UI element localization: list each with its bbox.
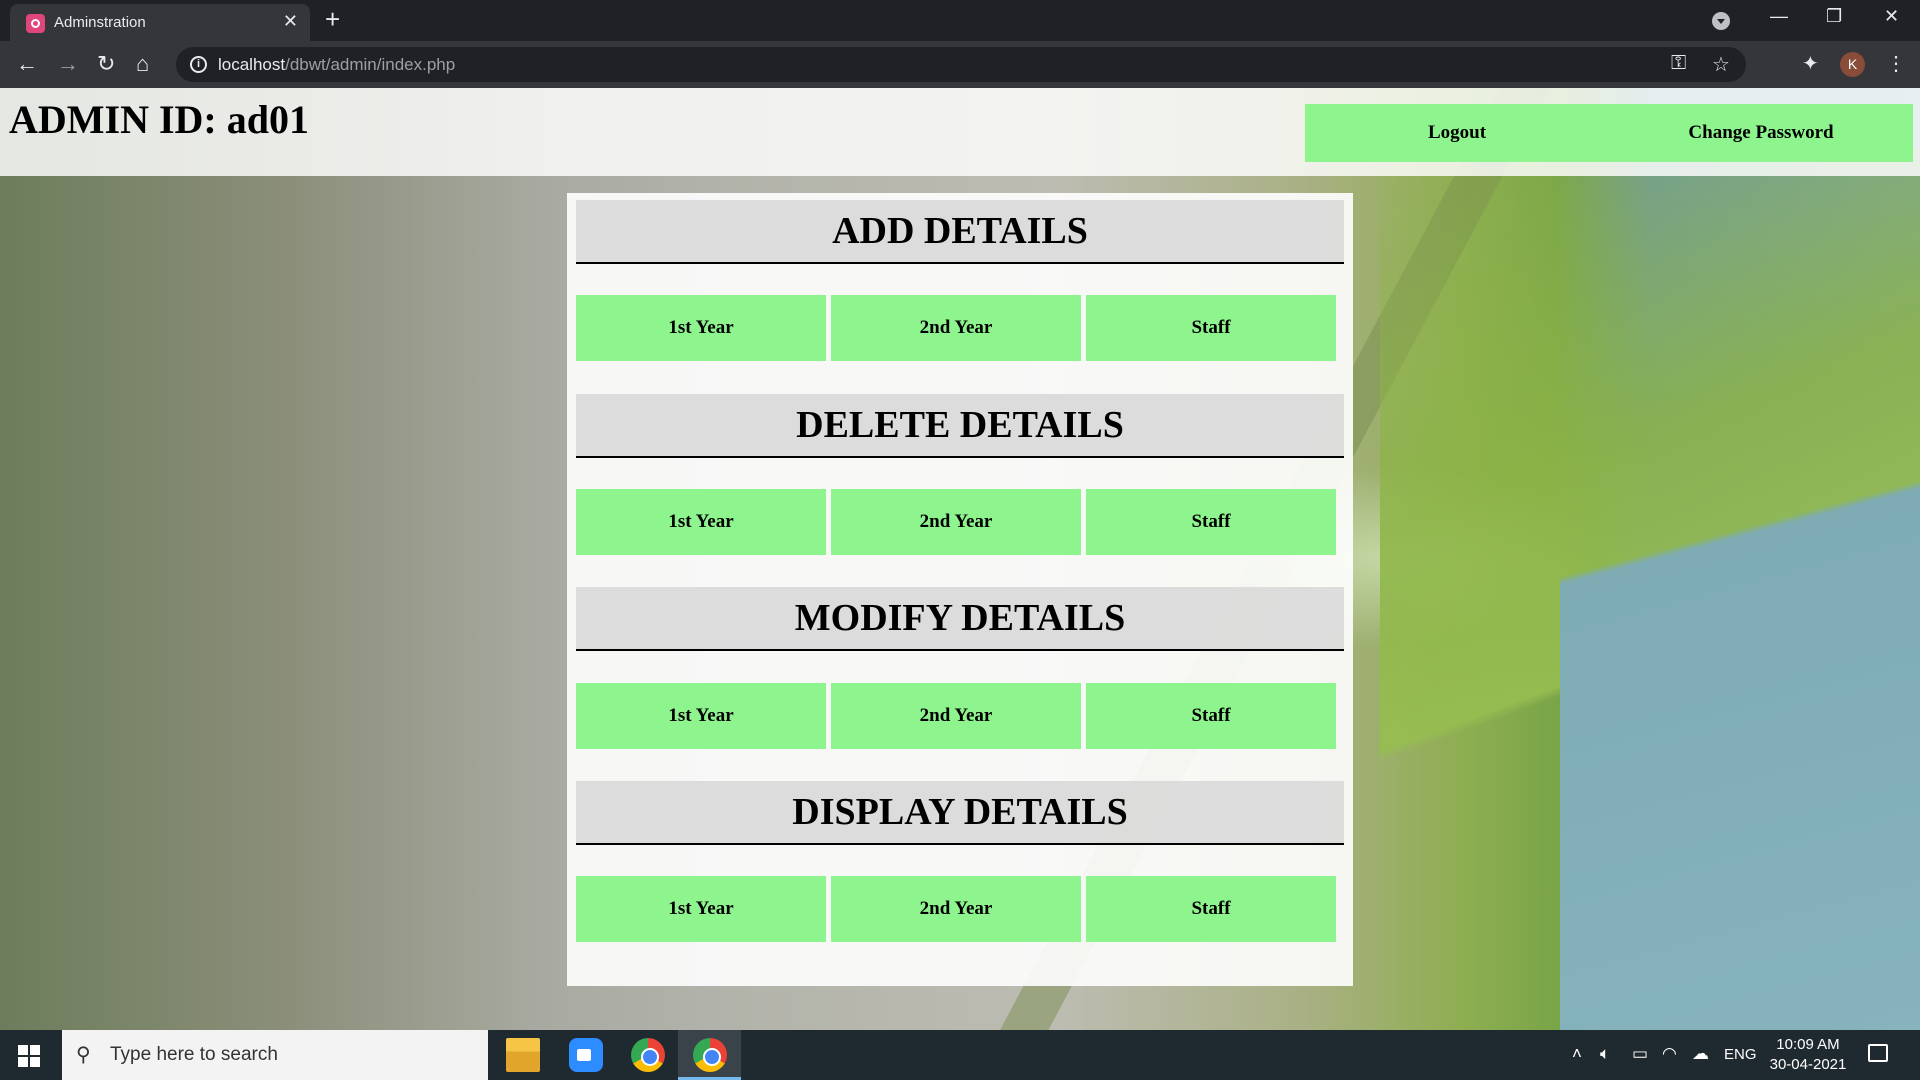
display-staff-button[interactable]: Staff: [1086, 876, 1336, 942]
url-path: /dbwt/admin/index.php: [285, 55, 456, 74]
browser-tab-strip: Adminstration ✕ + — ❐ ✕: [0, 0, 1920, 41]
search-icon: ⚲: [76, 1044, 91, 1066]
chrome-active-app-icon[interactable]: [693, 1038, 727, 1072]
display-1st-year-button[interactable]: 1st Year: [576, 876, 826, 942]
profile-avatar[interactable]: K: [1840, 52, 1865, 77]
delete-2nd-year-button[interactable]: 2nd Year: [831, 489, 1081, 555]
clock-date: 30-04-2021: [1769, 1056, 1847, 1073]
section-title-display: DISPLAY DETAILS: [792, 791, 1128, 833]
forward-icon[interactable]: →: [57, 51, 79, 77]
clock-time: 10:09 AM: [1776, 1036, 1840, 1053]
back-icon[interactable]: ←: [16, 51, 38, 77]
modify-staff-button[interactable]: Staff: [1086, 683, 1336, 749]
tab-title: Adminstration: [54, 14, 146, 31]
add-1st-year-button[interactable]: 1st Year: [576, 295, 826, 361]
display-2nd-year-button[interactable]: 2nd Year: [831, 876, 1081, 942]
tray-chevron-up-icon[interactable]: ˄: [1572, 1044, 1582, 1064]
tab-search-icon[interactable]: [1712, 12, 1730, 30]
modify-2nd-year-button[interactable]: 2nd Year: [831, 683, 1081, 749]
key-icon[interactable]: ⚿: [1671, 52, 1686, 75]
windows-start-icon[interactable]: [18, 1045, 40, 1067]
restore-button[interactable]: ❐: [1826, 6, 1842, 27]
windows-taskbar: ⚲ Type here to search ˄ 🔈︎ ▭ ◠ ☁ ENG 10:…: [0, 1030, 1920, 1080]
modify-1st-year-button[interactable]: 1st Year: [576, 683, 826, 749]
site-favicon-icon: [26, 14, 45, 33]
extensions-icon[interactable]: ✦: [1802, 51, 1819, 76]
cloud-offline-icon[interactable]: ☁: [1692, 1044, 1709, 1064]
zoom-app-icon[interactable]: [569, 1038, 603, 1072]
battery-icon[interactable]: ▭: [1632, 1044, 1648, 1064]
new-tab-button[interactable]: +: [325, 4, 340, 35]
page-background: ADMIN ID: ad01 Logout Change Password AD…: [0, 88, 1920, 1030]
delete-1st-year-button[interactable]: 1st Year: [576, 489, 826, 555]
menu-icon[interactable]: ⋮: [1886, 51, 1906, 76]
taskbar-search-box[interactable]: ⚲ Type here to search: [62, 1030, 488, 1080]
chrome-app-icon[interactable]: [631, 1038, 665, 1072]
address-bar[interactable]: i localhost/dbwt/admin/index.php ☆ ⚿: [176, 47, 1746, 82]
section-title-add: ADD DETAILS: [832, 210, 1088, 252]
network-icon[interactable]: ◠: [1662, 1044, 1677, 1064]
url-text[interactable]: localhost/dbwt/admin/index.php: [218, 55, 455, 75]
star-icon[interactable]: ☆: [1712, 52, 1730, 77]
minimize-button[interactable]: —: [1770, 6, 1788, 27]
section-header-add: ADD DETAILS: [576, 200, 1344, 264]
section-title-modify: MODIFY DETAILS: [794, 597, 1126, 639]
account-actions: Logout Change Password: [1305, 104, 1913, 162]
section-title-delete: DELETE DETAILS: [796, 404, 1124, 446]
browser-toolbar: ← → ↻ ⌂ i localhost/dbwt/admin/index.php…: [0, 41, 1920, 88]
browser-tab[interactable]: Adminstration ✕: [10, 4, 310, 41]
add-staff-button[interactable]: Staff: [1086, 295, 1336, 361]
close-window-button[interactable]: ✕: [1884, 6, 1899, 27]
site-info-icon[interactable]: i: [190, 56, 207, 73]
section-header-delete: DELETE DETAILS: [576, 394, 1344, 458]
language-indicator[interactable]: ENG: [1724, 1046, 1757, 1063]
change-password-button[interactable]: Change Password: [1609, 104, 1913, 162]
section-header-modify: MODIFY DETAILS: [576, 587, 1344, 651]
admin-id-heading: ADMIN ID: ad01: [9, 97, 309, 142]
admin-header: ADMIN ID: ad01 Logout Change Password: [0, 88, 1920, 176]
home-icon[interactable]: ⌂: [136, 51, 149, 77]
taskbar-search-placeholder: Type here to search: [110, 1044, 278, 1065]
url-host: localhost: [218, 55, 286, 74]
add-2nd-year-button[interactable]: 2nd Year: [831, 295, 1081, 361]
logout-button[interactable]: Logout: [1305, 104, 1609, 162]
file-explorer-icon[interactable]: [506, 1038, 540, 1072]
volume-icon[interactable]: 🔈︎: [1600, 1044, 1610, 1064]
notifications-icon[interactable]: [1868, 1044, 1888, 1062]
system-clock[interactable]: 10:09 AM 30-04-2021: [1768, 1035, 1848, 1075]
delete-staff-button[interactable]: Staff: [1086, 489, 1336, 555]
reload-icon[interactable]: ↻: [97, 51, 115, 77]
details-panel: ADD DETAILS 1st Year 2nd Year Staff DELE…: [567, 193, 1353, 986]
section-header-display: DISPLAY DETAILS: [576, 781, 1344, 845]
tab-close-icon[interactable]: ✕: [283, 11, 298, 32]
